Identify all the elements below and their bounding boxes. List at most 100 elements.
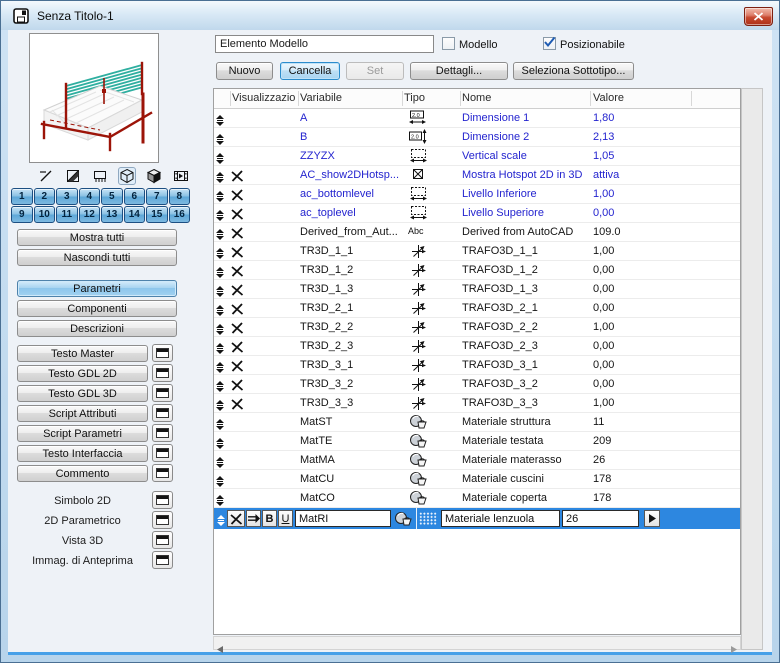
horizontal-scrollbar[interactable] xyxy=(213,636,741,650)
script-parametri-window-icon[interactable] xyxy=(152,424,173,442)
script-parametri-button[interactable]: Script Parametri xyxy=(17,425,148,442)
name-cell: Materiale struttura xyxy=(462,416,551,428)
value-cell: 1,00 xyxy=(593,321,614,333)
column-separator xyxy=(460,91,461,106)
vista-3d-window-icon[interactable] xyxy=(152,531,173,549)
seleziona-sottotipo-button[interactable]: Seleziona Sottotipo... xyxy=(513,62,634,80)
testo-interfaccia-window-icon[interactable] xyxy=(152,444,173,462)
testo-gdl-2d-window-icon[interactable] xyxy=(152,364,173,382)
table-row[interactable]: MatCOMateriale coperta178 xyxy=(214,489,740,508)
testo-gdl-3d-window-icon[interactable] xyxy=(152,384,173,402)
element-name-input[interactable] xyxy=(215,35,434,53)
array-grid-icon[interactable] xyxy=(419,512,437,525)
scroll-right-icon[interactable] xyxy=(731,640,737,658)
param-set-button-9[interactable]: 9 xyxy=(11,206,33,223)
commento-window-icon[interactable] xyxy=(152,464,173,482)
propagate-arrow-button[interactable] xyxy=(246,510,261,527)
commento-button[interactable]: Commento xyxy=(17,465,148,482)
posizionabile-checkbox-label: Posizionabile xyxy=(560,39,625,51)
expand-value-button[interactable] xyxy=(644,510,660,527)
table-row[interactable]: TR3D_2_3TRAFO3D_2_30,00 xyxy=(214,337,740,356)
scroll-left-icon[interactable] xyxy=(217,640,223,658)
param-set-button-16[interactable]: 16 xyxy=(169,206,191,223)
selected-table-row[interactable]: BU xyxy=(214,508,740,529)
underline-button[interactable]: U xyxy=(278,510,293,527)
table-row[interactable]: ac_bottomlevelLivello Inferiore1,00 xyxy=(214,185,740,204)
param-set-button-10[interactable]: 10 xyxy=(34,206,56,223)
param-set-button-6[interactable]: 6 xyxy=(124,188,146,205)
hatch-2d-icon[interactable] xyxy=(64,167,82,185)
2d-parametrico-window-icon[interactable] xyxy=(152,511,173,529)
table-row[interactable]: TR3D_1_2TRAFO3D_1_20,00 xyxy=(214,261,740,280)
bold-button[interactable]: B xyxy=(262,510,277,527)
table-row[interactable]: TR3D_3_3TRAFO3D_3_31,00 xyxy=(214,394,740,413)
variable-cell: TR3D_2_3 xyxy=(300,340,353,352)
script-attributi-window-icon[interactable] xyxy=(152,404,173,422)
testo-master-button[interactable]: Testo Master xyxy=(17,345,148,362)
param-set-button-2[interactable]: 2 xyxy=(34,188,56,205)
titlebar[interactable]: Senza Titolo-1 xyxy=(1,1,779,30)
name-cell: TRAFO3D_2_1 xyxy=(462,302,538,314)
table-row[interactable]: TR3D_3_1TRAFO3D_3_10,00 xyxy=(214,356,740,375)
render-icon[interactable] xyxy=(172,167,190,185)
variable-cell: TR3D_1_3 xyxy=(300,283,353,295)
line-2d-icon[interactable] xyxy=(37,167,55,185)
close-button[interactable] xyxy=(744,7,773,26)
value-input[interactable] xyxy=(562,510,639,527)
testo-gdl-2d-button[interactable]: Testo GDL 2D xyxy=(17,365,148,382)
value-cell: 0,00 xyxy=(593,207,614,219)
table-row[interactable]: TR3D_2_2TRAFO3D_2_21,00 xyxy=(214,318,740,337)
table-row[interactable]: MatTEMateriale testata209 xyxy=(214,432,740,451)
table-row[interactable]: A2.0Dimensione 11,80 xyxy=(214,109,740,128)
param-set-button-15[interactable]: 15 xyxy=(146,206,168,223)
table-row[interactable]: AC_show2DHotsp...Mostra Hotspot 2D in 3D… xyxy=(214,166,740,185)
param-set-button-12[interactable]: 12 xyxy=(79,206,101,223)
script-attributi-button[interactable]: Script Attributi xyxy=(17,405,148,422)
table-row[interactable]: TR3D_2_1TRAFO3D_2_10,00 xyxy=(214,299,740,318)
testo-interfaccia-button[interactable]: Testo Interfaccia xyxy=(17,445,148,462)
vertical-scrollbar[interactable] xyxy=(741,88,763,650)
table-row[interactable]: ZZYZXVertical scale1,05 xyxy=(214,147,740,166)
param-set-button-8[interactable]: 8 xyxy=(169,188,191,205)
param-set-button-3[interactable]: 3 xyxy=(56,188,78,205)
table-row[interactable]: TR3D_3_2TRAFO3D_3_20,00 xyxy=(214,375,740,394)
param-set-button-5[interactable]: 5 xyxy=(101,188,123,205)
testo-gdl-3d-button[interactable]: Testo GDL 3D xyxy=(17,385,148,402)
param-set-button-7[interactable]: 7 xyxy=(146,188,168,205)
param-set-button-11[interactable]: 11 xyxy=(56,206,78,223)
table-row[interactable]: MatSTMateriale struttura11 xyxy=(214,413,740,432)
param-set-button-13[interactable]: 13 xyxy=(101,206,123,223)
nuovo-button[interactable]: Nuovo xyxy=(216,62,273,80)
table-row[interactable]: MatMAMateriale materasso26 xyxy=(214,451,740,470)
param-set-button-1[interactable]: 1 xyxy=(11,188,33,205)
table-row[interactable]: MatCUMateriale cuscini178 xyxy=(214,470,740,489)
variable-input[interactable] xyxy=(295,510,391,527)
testo-master-window-icon[interactable] xyxy=(152,344,173,362)
table-row[interactable]: Derived_from_Aut...AbcDerived from AutoC… xyxy=(214,223,740,242)
value-cell: 11 xyxy=(593,416,604,428)
table-row[interactable]: ac_toplevelLivello Superiore0,00 xyxy=(214,204,740,223)
hide-parameter-button[interactable] xyxy=(227,510,245,527)
parametri-button[interactable]: Parametri xyxy=(17,280,177,297)
dettagli-button[interactable]: Dettagli... xyxy=(410,62,508,80)
modello-checkbox[interactable] xyxy=(442,37,455,50)
cancella-button[interactable]: Cancella xyxy=(280,62,340,80)
param-set-button-14[interactable]: 14 xyxy=(124,206,146,223)
name-cell: Dimensione 2 xyxy=(462,131,529,143)
table-row[interactable]: B2.0Dimensione 22,13 xyxy=(214,128,740,147)
simbolo-2d-window-icon[interactable] xyxy=(152,491,173,509)
solid-3d-icon[interactable] xyxy=(145,167,163,185)
componenti-button[interactable]: Componenti xyxy=(17,300,177,317)
show-all-button[interactable]: Mostra tutti xyxy=(17,229,177,246)
table-row[interactable]: TR3D_1_1TRAFO3D_1_11,00 xyxy=(214,242,740,261)
name-input[interactable] xyxy=(441,510,560,527)
reorder-handle-icon[interactable] xyxy=(217,513,225,531)
descrizioni-button[interactable]: Descrizioni xyxy=(17,320,177,337)
param-set-button-4[interactable]: 4 xyxy=(79,188,101,205)
immag-di-anteprima-window-icon[interactable] xyxy=(152,551,173,569)
posizionabile-checkbox[interactable] xyxy=(543,37,556,50)
table-row[interactable]: TR3D_1_3TRAFO3D_1_30,00 xyxy=(214,280,740,299)
wireframe-3d-icon[interactable] xyxy=(118,167,136,185)
hide-all-button[interactable]: Nascondi tutti xyxy=(17,249,177,266)
section-2d-icon[interactable] xyxy=(91,167,109,185)
